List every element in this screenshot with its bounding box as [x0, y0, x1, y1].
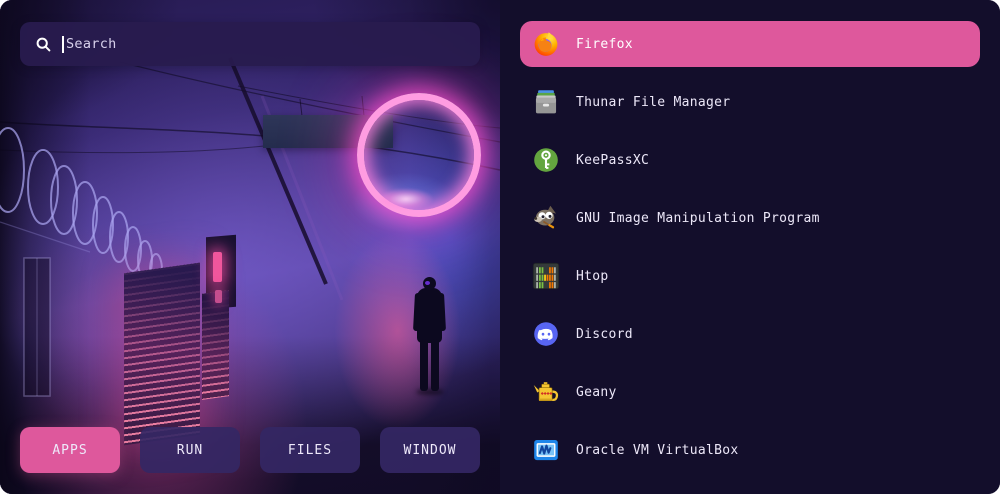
thunar-icon — [532, 88, 560, 116]
list-item-thunar[interactable]: Thunar File Manager — [520, 79, 980, 125]
list-item-discord[interactable]: Discord — [520, 311, 980, 357]
list-item-label: Htop — [576, 269, 609, 284]
htop-icon — [532, 262, 560, 290]
firefox-icon — [532, 30, 560, 58]
list-item-label: Firefox — [576, 37, 633, 52]
list-item-virtualbox[interactable]: Oracle VM VirtualBox — [520, 427, 980, 473]
search-bar[interactable] — [20, 22, 480, 66]
app-launcher-window: APPS RUN FILES WINDOW — [0, 0, 1000, 494]
gimp-icon — [532, 204, 560, 232]
mode-button-apps[interactable]: APPS — [20, 427, 120, 473]
mode-button-window[interactable]: WINDOW — [380, 427, 480, 473]
list-item-geany[interactable]: Geany — [520, 369, 980, 415]
app-list: Firefox Thunar File Manager — [500, 0, 1000, 494]
list-item-label: Discord — [576, 327, 633, 342]
list-item-label: GNU Image Manipulation Program — [576, 211, 820, 226]
geany-icon — [532, 378, 560, 406]
list-item-label: Oracle VM VirtualBox — [576, 443, 739, 458]
list-item-gimp[interactable]: GNU Image Manipulation Program — [520, 195, 980, 241]
mode-switcher: APPS RUN FILES WINDOW — [20, 427, 480, 473]
list-item-label: Geany — [576, 385, 617, 400]
list-item-keepassxc[interactable]: KeePassXC — [520, 137, 980, 183]
virtualbox-icon — [532, 436, 560, 464]
search-input[interactable] — [64, 36, 480, 52]
mode-button-files[interactable]: FILES — [260, 427, 360, 473]
list-item-htop[interactable]: Htop — [520, 253, 980, 299]
list-item-label: KeePassXC — [576, 153, 649, 168]
search-icon — [36, 37, 51, 52]
left-panel: APPS RUN FILES WINDOW — [0, 0, 500, 494]
discord-icon — [532, 320, 560, 348]
list-item-label: Thunar File Manager — [576, 95, 730, 110]
scene-lines — [0, 0, 500, 494]
list-item-firefox[interactable]: Firefox — [520, 21, 980, 67]
keepassxc-icon — [532, 146, 560, 174]
mode-button-run[interactable]: RUN — [140, 427, 240, 473]
